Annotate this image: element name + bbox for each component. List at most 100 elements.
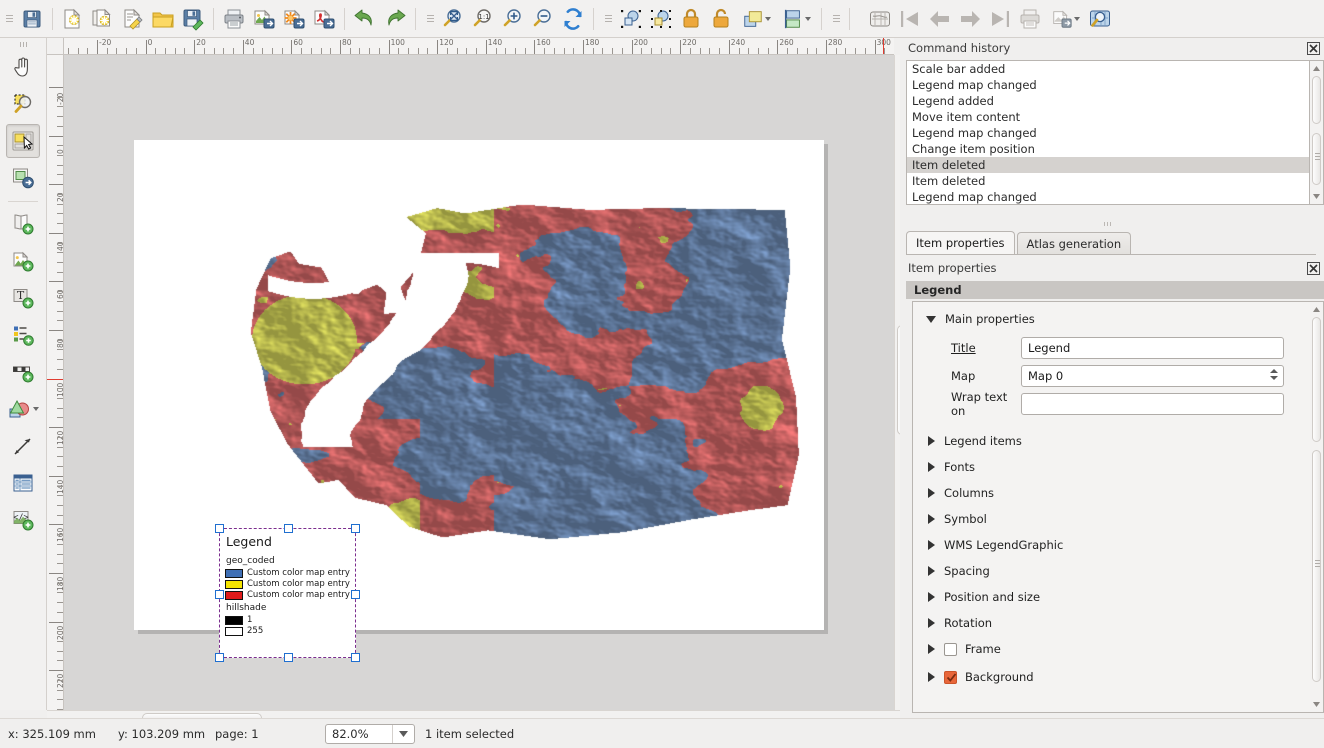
atlas-next-button[interactable]: [955, 4, 985, 34]
export-pdf-button[interactable]: [309, 4, 339, 34]
toolbox-grip[interactable]: [16, 40, 30, 48]
add-arrow-tool[interactable]: [6, 429, 40, 463]
atlas-last-button[interactable]: [985, 4, 1015, 34]
item-properties-body[interactable]: Main properties Title Legend Map Map 0 W…: [912, 301, 1310, 713]
group-items-button[interactable]: [616, 4, 646, 34]
item-properties-scrollbar[interactable]: [1310, 301, 1324, 713]
scroll-up-arrow-icon[interactable]: [1310, 62, 1323, 75]
redo-button[interactable]: [380, 4, 410, 34]
atlas-print-button[interactable]: [1015, 4, 1045, 34]
zoom-out-button[interactable]: [528, 4, 558, 34]
map-item[interactable]: [239, 195, 804, 555]
tab-item-properties[interactable]: Item properties: [906, 231, 1015, 255]
group-columns[interactable]: Columns: [913, 482, 1310, 504]
atlas-prev-button[interactable]: [925, 4, 955, 34]
command-history-item[interactable]: Scale bar added: [907, 61, 1309, 77]
scrollbar-thumb[interactable]: [1312, 133, 1321, 185]
scroll-down-arrow-icon[interactable]: [1310, 190, 1322, 203]
pan-layout-tool[interactable]: [6, 50, 40, 84]
wrap-text-on-input[interactable]: [1021, 393, 1284, 415]
duplicate-composer-button[interactable]: [88, 4, 118, 34]
spin-up-icon[interactable]: [1270, 369, 1278, 373]
add-label-tool[interactable]: T: [6, 281, 40, 315]
toolbar-grip[interactable]: [603, 7, 613, 31]
print-button[interactable]: [219, 4, 249, 34]
resize-handle-s[interactable]: [284, 653, 293, 662]
resize-handle-sw[interactable]: [215, 653, 224, 662]
unlock-items-button[interactable]: [706, 4, 736, 34]
group-legend-items[interactable]: Legend items: [913, 430, 1310, 452]
atlas-export-button[interactable]: [1045, 4, 1085, 34]
save-project-button[interactable]: [17, 4, 47, 34]
toolbar-grip[interactable]: [4, 7, 14, 31]
add-shape-tool[interactable]: [3, 392, 43, 426]
zoom-tool[interactable]: [6, 87, 40, 121]
add-legend-tool[interactable]: [6, 318, 40, 352]
lock-items-button[interactable]: [676, 4, 706, 34]
ungroup-items-button[interactable]: [646, 4, 676, 34]
add-html-frame-tool[interactable]: </>: [6, 503, 40, 537]
scrollbar-thumb-upper[interactable]: [1312, 317, 1321, 442]
atlas-first-button[interactable]: [895, 4, 925, 34]
command-history-item[interactable]: Legend added: [907, 93, 1309, 109]
tab-atlas-generation[interactable]: Atlas generation: [1016, 232, 1132, 255]
atlas-preview-button[interactable]: [1085, 4, 1115, 34]
raise-items-button[interactable]: [736, 4, 776, 34]
group-background[interactable]: Background: [913, 666, 1310, 688]
title-input[interactable]: Legend: [1021, 337, 1284, 359]
group-spacing[interactable]: Spacing: [913, 560, 1310, 582]
add-attribute-table-tool[interactable]: [6, 466, 40, 500]
map-combobox[interactable]: Map 0: [1021, 365, 1284, 387]
resize-handle-e[interactable]: [351, 590, 360, 599]
resize-handle-n[interactable]: [284, 524, 293, 533]
background-checkbox[interactable]: [944, 670, 957, 684]
spin-arrows-icon[interactable]: [1270, 369, 1278, 380]
scrollbar-thumb-upper[interactable]: [1312, 76, 1321, 124]
close-icon[interactable]: [1307, 261, 1320, 275]
resize-handle-nw[interactable]: [215, 524, 224, 533]
chevron-down-icon[interactable]: [392, 725, 414, 743]
zoom-level-combobox[interactable]: 82.0%: [325, 724, 415, 744]
composer-page[interactable]: Legend geo_coded Custom color map entry …: [134, 140, 824, 662]
resize-handle-ne[interactable]: [351, 524, 360, 533]
add-map-tool[interactable]: [6, 207, 40, 241]
dock-resize-grip[interactable]: [1100, 221, 1114, 226]
add-image-tool[interactable]: [6, 244, 40, 278]
spin-down-icon[interactable]: [1270, 376, 1278, 380]
load-template-button[interactable]: [148, 4, 178, 34]
add-scalebar-tool[interactable]: [6, 355, 40, 389]
command-history-list[interactable]: Scale bar added Legend map changed Legend …: [906, 60, 1310, 205]
composer-manager-button[interactable]: [118, 4, 148, 34]
refresh-view-button[interactable]: [558, 4, 588, 34]
legend-item[interactable]: Legend geo_coded Custom color map entry …: [215, 524, 360, 662]
command-history-item[interactable]: Legend map changed: [907, 189, 1309, 204]
scrollbar-thumb[interactable]: [1312, 450, 1321, 682]
vertical-ruler[interactable]: -20020406080100120140160180200220240: [47, 55, 64, 710]
composer-canvas[interactable]: Legend geo_coded Custom color map entry …: [64, 55, 894, 710]
horizontal-ruler[interactable]: -20 0 20 40 60 80 100 120 140 160 180 200 220 240 260 2…: [64, 38, 894, 55]
command-history-item[interactable]: Legend map changed: [907, 77, 1309, 93]
select-move-item-tool[interactable]: [6, 124, 40, 158]
move-item-content-tool[interactable]: [6, 161, 40, 195]
resize-handle-w[interactable]: [215, 590, 224, 599]
zoom-in-button[interactable]: [498, 4, 528, 34]
resize-handle-se[interactable]: [351, 653, 360, 662]
group-main-properties[interactable]: Main properties: [913, 308, 1310, 330]
group-frame[interactable]: Frame: [913, 638, 1310, 660]
align-items-button[interactable]: [776, 4, 816, 34]
toolbar-grip[interactable]: [831, 7, 841, 31]
export-svg-button[interactable]: [279, 4, 309, 34]
command-history-item[interactable]: Change item position: [907, 141, 1309, 157]
export-image-button[interactable]: [249, 4, 279, 34]
close-icon[interactable]: [1307, 41, 1320, 55]
scroll-up-arrow-icon[interactable]: [1310, 303, 1323, 316]
command-history-item[interactable]: Move item content: [907, 109, 1309, 125]
command-history-item[interactable]: Item deleted: [907, 173, 1309, 189]
new-composer-button[interactable]: [58, 4, 88, 34]
toolbar-grip[interactable]: [425, 7, 435, 31]
atlas-settings-button[interactable]: [865, 4, 895, 34]
command-history-scrollbar[interactable]: [1310, 60, 1324, 205]
command-history-item[interactable]: Item deleted: [907, 157, 1309, 173]
frame-checkbox[interactable]: [944, 642, 957, 656]
group-wms-legendgraphic[interactable]: WMS LegendGraphic: [913, 534, 1310, 556]
